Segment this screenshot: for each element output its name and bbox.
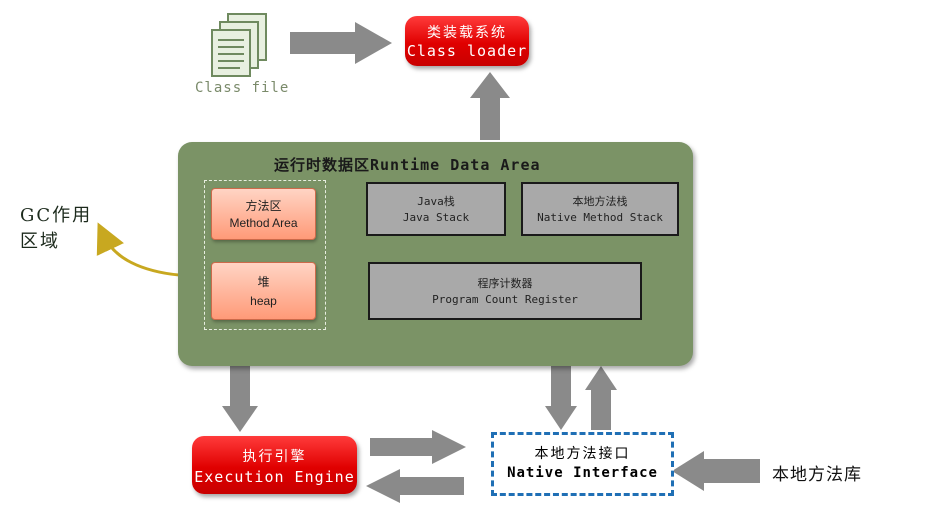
native-interface-box: 本地方法接口 Native Interface [491, 432, 674, 496]
java-stack-cn: Java栈 [417, 195, 455, 208]
arrow-up-classloader [470, 72, 510, 140]
heap-box: 堆 heap [211, 262, 316, 320]
native-stack-en: Native Method Stack [537, 211, 663, 224]
class-loader-box: 类装载系统 Class loader [405, 16, 529, 66]
gc-label: GC作用区域 [20, 205, 93, 252]
method-area-box: 方法区 Method Area [211, 188, 316, 240]
class-file-label: Class file [195, 80, 290, 96]
pc-register-en: Program Count Register [432, 293, 578, 306]
arrow-to-classloader [290, 22, 392, 64]
pc-register-box: 程序计数器 Program Count Register [368, 262, 642, 320]
class-loader-cn: 类装载系统 [427, 25, 507, 41]
arrow-native-to-engine [366, 469, 464, 503]
execution-engine-cn: 执行引擎 [242, 449, 307, 465]
document-stack-icon [211, 13, 267, 77]
arrow-engine-to-native [370, 430, 466, 464]
method-area-cn: 方法区 [245, 199, 282, 213]
arrow-down-engine [222, 366, 258, 432]
arrow-down-native [545, 366, 577, 430]
heap-cn: 堆 [257, 275, 270, 289]
execution-engine-box: 执行引擎 Execution Engine [192, 436, 357, 494]
java-stack-box: Java栈 Java Stack [366, 182, 506, 236]
native-stack-cn: 本地方法栈 [572, 195, 628, 208]
native-interface-cn: 本地方法接口 [534, 446, 631, 462]
runtime-title: 运行时数据区Runtime Data Area [274, 156, 541, 174]
method-area-en: Method Area [229, 216, 298, 230]
arrow-library-to-native [672, 451, 760, 491]
arrow-up-runtime [585, 366, 617, 430]
pc-register-cn: 程序计数器 [477, 277, 533, 290]
native-library-label: 本地方法库 [772, 465, 862, 485]
native-interface-en: Native Interface [507, 465, 658, 481]
native-method-stack-box: 本地方法栈 Native Method Stack [521, 182, 679, 236]
execution-engine-en: Execution Engine [194, 468, 355, 486]
heap-en: heap [250, 294, 277, 308]
runtime-data-area: 运行时数据区Runtime Data Area 方法区 Method Area … [178, 142, 693, 366]
java-stack-en: Java Stack [402, 211, 470, 224]
class-loader-en: Class loader [406, 42, 528, 60]
